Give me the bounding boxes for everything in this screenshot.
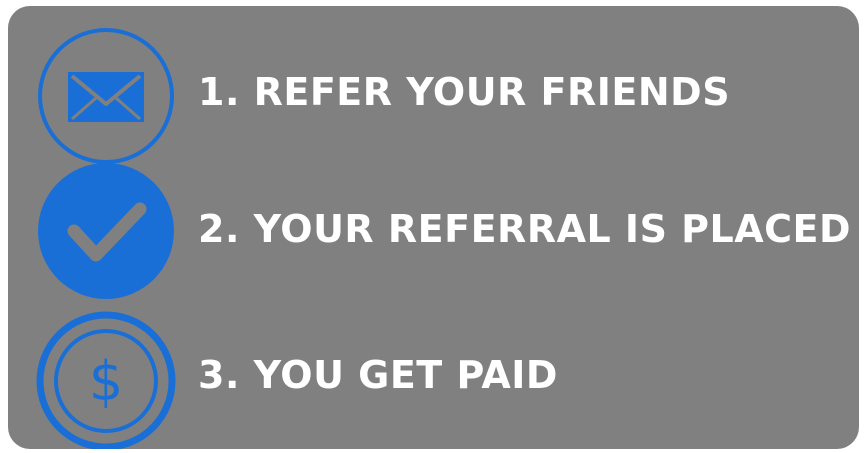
- step-label-referral-placed: 2. YOUR REFERRAL IS PLACED: [198, 207, 852, 251]
- envelope-icon: [38, 28, 174, 164]
- checkmark-icon: [38, 163, 174, 299]
- steps-panel: 1. REFER YOUR FRIENDS 2. YOUR REFERRAL I…: [8, 6, 859, 449]
- step-refer: 1. REFER YOUR FRIENDS: [8, 26, 859, 166]
- svg-text:$: $: [89, 350, 123, 413]
- step-referral-placed: 2. YOUR REFERRAL IS PLACED: [8, 161, 859, 301]
- dollar-coin-icon: $: [36, 311, 176, 449]
- step-label-refer: 1. REFER YOUR FRIENDS: [198, 70, 731, 114]
- step-label-get-paid: 3. YOU GET PAID: [198, 353, 558, 397]
- step-get-paid: $ 3. YOU GET PAID: [8, 311, 859, 449]
